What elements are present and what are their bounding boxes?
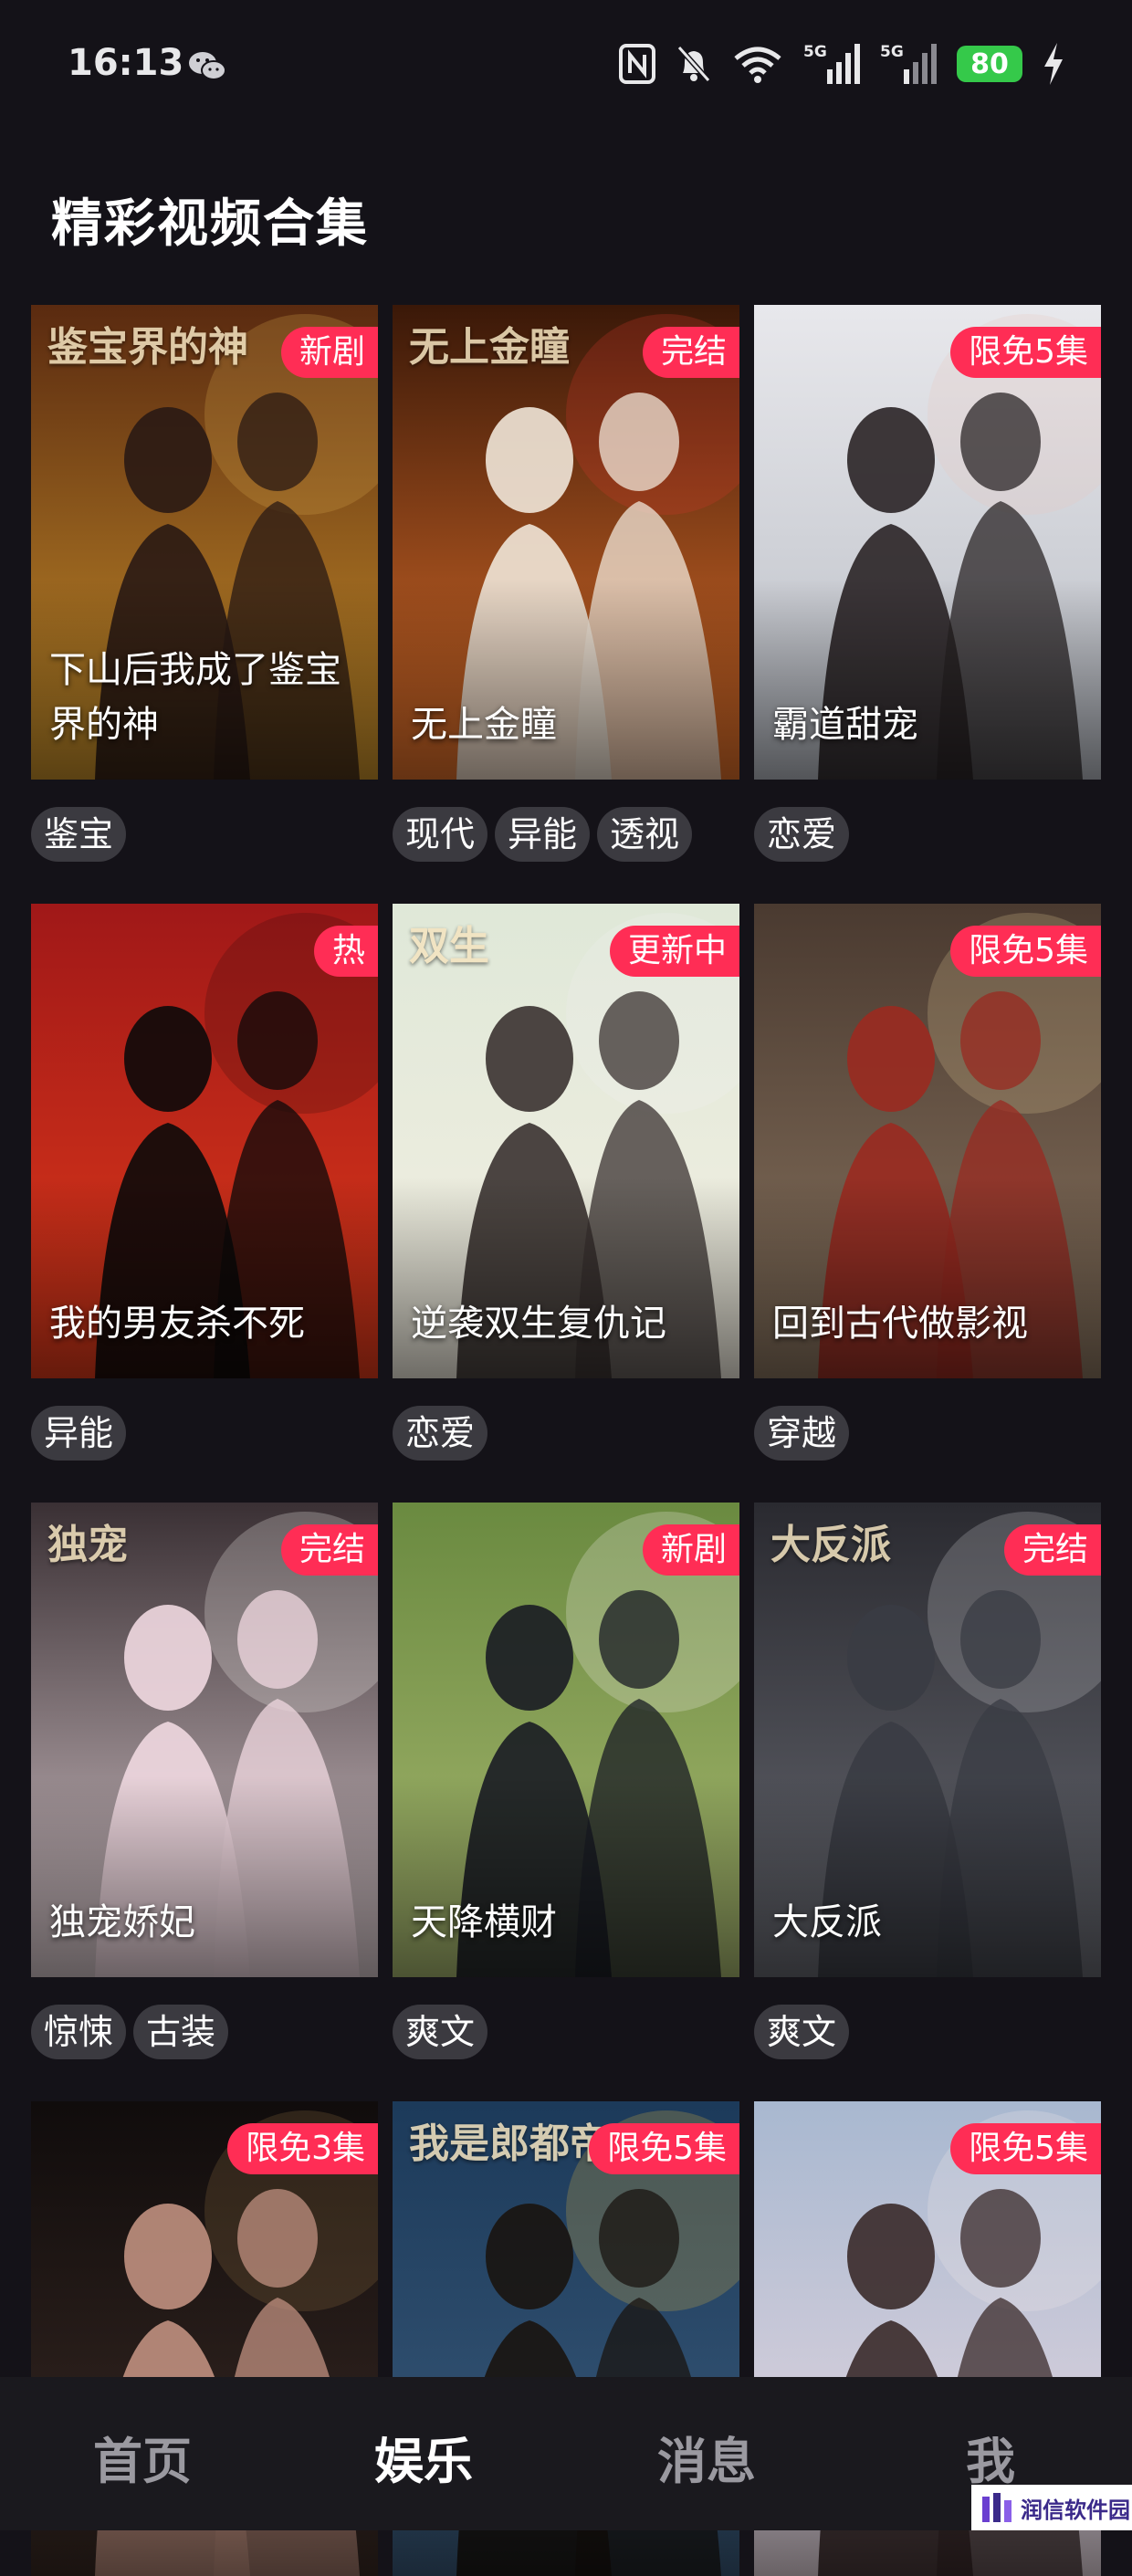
status-badge: 更新中 (609, 926, 739, 977)
nfc-icon (619, 44, 655, 84)
tag-list: 异能 (31, 1406, 127, 1461)
video-poster[interactable]: 热我的男友杀不死 (31, 904, 378, 1378)
status-badge: 完结 (1003, 1524, 1101, 1576)
watermark-text: 润信软件园 (1021, 2497, 1130, 2523)
video-title: 逆袭双生复仇记 (411, 1303, 666, 1345)
genre-tag[interactable]: 恋爱 (393, 1406, 488, 1461)
mute-bell-icon (676, 46, 711, 82)
video-title: 我的男友杀不死 (49, 1303, 305, 1345)
genre-tag[interactable]: 异能 (495, 807, 591, 862)
poster-title-art: 我是郎都帝 (409, 2120, 610, 2167)
poster-title-art: 大反派 (770, 1522, 891, 1568)
status-badge: 完结 (280, 1524, 378, 1576)
status-badge: 新剧 (280, 327, 378, 378)
svg-text:5G: 5G (880, 43, 904, 61)
battery-icon: 80 (957, 46, 1022, 82)
video-title: 天降横财 (411, 1901, 557, 1943)
status-badge: 热 (313, 926, 378, 977)
poster-title-art: 双生 (409, 923, 489, 969)
genre-tag[interactable]: 穿越 (754, 1406, 850, 1461)
video-poster[interactable]: 双生 更新中逆袭双生复仇记 (393, 904, 739, 1378)
video-poster[interactable]: 鉴宝界的神 新剧下山后我成了鉴宝界的神 (31, 305, 378, 780)
signal-5g-icon-2: 5G (880, 43, 937, 84)
genre-tag[interactable]: 现代 (393, 807, 488, 862)
nav-home[interactable]: 首页 (93, 2421, 192, 2493)
video-poster[interactable]: 限免5集霸道甜宠 (754, 305, 1101, 780)
video-poster[interactable]: 大反派 完结 大反派 (754, 1503, 1101, 1977)
charging-bolt-icon (1044, 43, 1063, 85)
status-badge: 新剧 (642, 1524, 739, 1576)
genre-tag[interactable]: 恋爱 (754, 807, 850, 862)
video-title: 无上金瞳 (411, 704, 557, 746)
genre-tag[interactable]: 鉴宝 (31, 807, 127, 862)
tag-list: 爽文 (393, 2005, 488, 2059)
tag-list: 惊悚 古装 (31, 2005, 229, 2059)
nav-me[interactable]: 我 (966, 2421, 1015, 2493)
video-poster[interactable]: 无上金瞳 完结 无上金瞳 (393, 305, 739, 780)
tag-list: 爽文 (754, 2005, 850, 2059)
signal-5g-icon: 5G (803, 43, 860, 84)
poster-title-art: 无上金瞳 (409, 324, 570, 371)
tag-list: 现代 异能 透视 (393, 807, 693, 862)
status-badge: 限免3集 (227, 2123, 378, 2174)
genre-tag[interactable]: 爽文 (393, 2005, 488, 2059)
status-icons: 5G 5G 80 (619, 40, 1064, 88)
tag-list: 恋爱 (754, 807, 850, 862)
status-badge: 完结 (642, 327, 739, 378)
wechat-icon (189, 52, 226, 80)
video-title: 下山后我成了鉴宝界的神 (49, 649, 341, 746)
nav-messages[interactable]: 消息 (657, 2421, 756, 2493)
status-badge: 限免5集 (589, 2123, 739, 2174)
status-badge: 限免5集 (950, 926, 1101, 977)
poster-title-art: 独宠 (47, 1522, 128, 1568)
genre-tag[interactable]: 惊悚 (31, 2005, 127, 2059)
video-title: 回到古代做影视 (772, 1303, 1028, 1345)
genre-tag[interactable]: 爽文 (754, 2005, 850, 2059)
status-bar: 16:13 5G 5G 80 (0, 0, 1132, 137)
page-title: 精彩视频合集 (51, 194, 369, 254)
tag-list: 穿越 (754, 1406, 850, 1461)
tag-list: 恋爱 (393, 1406, 488, 1461)
nav-entertainment[interactable]: 娱乐 (374, 2421, 473, 2493)
genre-tag[interactable]: 异能 (31, 1406, 127, 1461)
watermark-logo (982, 2493, 1011, 2522)
status-badge: 限免5集 (950, 2123, 1101, 2174)
status-badge: 限免5集 (950, 327, 1101, 378)
video-poster[interactable]: 新剧天降横财 (393, 1503, 739, 1977)
svg-text:5G: 5G (803, 43, 827, 61)
status-time: 16:13 (68, 42, 184, 84)
watermark: 润信软件园 (971, 2485, 1132, 2530)
video-title: 独宠娇妃 (49, 1901, 195, 1943)
genre-tag[interactable]: 透视 (597, 807, 693, 862)
bottom-nav: 首页 娱乐 消息 我 润信软件园 (0, 2377, 1132, 2530)
video-poster[interactable]: 限免5集回到古代做影视 (754, 904, 1101, 1378)
wifi-icon (734, 47, 781, 83)
poster-title-art: 鉴宝界的神 (47, 324, 248, 371)
video-title: 大反派 (772, 1901, 882, 1943)
genre-tag[interactable]: 古装 (133, 2005, 229, 2059)
tag-list: 鉴宝 (31, 807, 127, 862)
video-title: 霸道甜宠 (772, 704, 918, 746)
video-poster[interactable]: 独宠 完结独宠娇妃 (31, 1503, 378, 1977)
